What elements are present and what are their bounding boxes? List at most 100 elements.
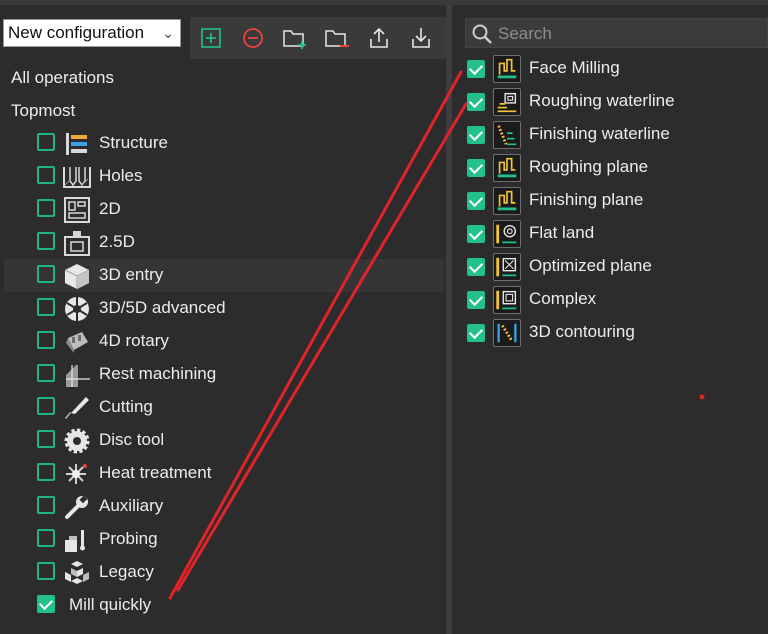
operation-optimized-plane[interactable]: Optimized plane bbox=[465, 252, 765, 285]
roughing-plane-icon bbox=[493, 154, 521, 182]
checkbox-checked[interactable] bbox=[467, 291, 485, 309]
tree-item-disc-tool[interactable]: Disc tool bbox=[4, 424, 444, 457]
tree-item-3d-5d-advanced[interactable]: 3D/5D advanced bbox=[4, 292, 444, 325]
tree-item-3d-entry[interactable]: 3D entry bbox=[4, 259, 444, 292]
tree-item-auxiliary[interactable]: Auxiliary bbox=[4, 490, 444, 523]
checkbox-checked[interactable] bbox=[467, 159, 485, 177]
tree-item-label: Probing bbox=[99, 529, 158, 548]
tree-root-all-operations[interactable]: All operations bbox=[11, 68, 114, 88]
import-button[interactable] bbox=[406, 23, 436, 53]
tree-item-cutting[interactable]: Cutting bbox=[4, 391, 444, 424]
complex-icon bbox=[493, 286, 521, 314]
operation-label: Face Milling bbox=[529, 58, 620, 77]
remove-button[interactable] bbox=[238, 23, 268, 53]
tree-item-4d-rotary[interactable]: 4D rotary bbox=[4, 325, 444, 358]
operation-face-milling[interactable]: Face Milling bbox=[465, 54, 765, 87]
search-icon bbox=[472, 24, 492, 44]
add-folder-button[interactable] bbox=[280, 23, 310, 53]
remove-folder-icon bbox=[325, 30, 349, 47]
tree-item-mill-quickly[interactable]: Mill quickly bbox=[4, 589, 444, 622]
checkbox-checked[interactable] bbox=[467, 324, 485, 342]
operation-label: 3D contouring bbox=[529, 322, 635, 341]
checkbox[interactable] bbox=[37, 364, 55, 382]
add-button[interactable] bbox=[196, 23, 226, 53]
checkbox[interactable] bbox=[37, 529, 55, 547]
checkbox-checked[interactable] bbox=[467, 126, 485, 144]
tree-item-label: Auxiliary bbox=[99, 496, 164, 515]
search-input[interactable] bbox=[496, 19, 760, 49]
checkbox-checked[interactable] bbox=[467, 258, 485, 276]
tree-item-heat-treatment[interactable]: Heat treatment bbox=[4, 457, 444, 490]
tree-item-rest-machining[interactable]: Rest machining bbox=[4, 358, 444, 391]
tree-item-label: 4D rotary bbox=[99, 331, 169, 350]
wrench-icon bbox=[65, 495, 88, 519]
chevron-down-icon: ⌄ bbox=[162, 25, 174, 41]
tree-item-label: 2.5D bbox=[99, 232, 135, 251]
tree-item-legacy[interactable]: Legacy bbox=[4, 556, 444, 589]
operation-label: Optimized plane bbox=[529, 256, 652, 275]
checkbox-checked[interactable] bbox=[467, 60, 485, 78]
add-icon bbox=[201, 28, 221, 48]
operation-complex[interactable]: Complex bbox=[465, 285, 765, 318]
finishing-plane-icon bbox=[493, 187, 521, 215]
checkbox[interactable] bbox=[37, 562, 55, 580]
tree-item-label: 3D entry bbox=[99, 265, 164, 284]
export-icon bbox=[370, 27, 388, 48]
checkbox[interactable] bbox=[37, 496, 55, 514]
checkbox[interactable] bbox=[37, 298, 55, 316]
checkbox[interactable] bbox=[37, 397, 55, 415]
tree-item-label: Mill quickly bbox=[69, 595, 152, 614]
checkbox-checked[interactable] bbox=[467, 225, 485, 243]
checkbox[interactable] bbox=[37, 463, 55, 481]
face-milling-icon bbox=[493, 55, 521, 83]
rotary-part-icon bbox=[66, 332, 88, 353]
operation-3d-contouring[interactable]: 3D contouring bbox=[465, 318, 765, 351]
operation-roughing-waterline[interactable]: Roughing waterline bbox=[465, 87, 765, 120]
export-button[interactable] bbox=[364, 23, 394, 53]
holes-icon bbox=[63, 167, 91, 188]
operation-label: Finishing plane bbox=[529, 190, 644, 209]
legacy-cubes-icon bbox=[65, 561, 89, 584]
tree-item-label: Structure bbox=[99, 133, 168, 152]
operation-roughing-plane[interactable]: Roughing plane bbox=[465, 153, 765, 186]
top-strip bbox=[0, 0, 768, 5]
tree-item-probing[interactable]: Probing bbox=[4, 523, 444, 556]
cutting-knife-icon bbox=[65, 397, 89, 419]
tree-root-topmost[interactable]: Topmost bbox=[11, 101, 75, 121]
checkbox[interactable] bbox=[37, 232, 55, 250]
remove-folder-button[interactable] bbox=[322, 23, 352, 53]
configuration-dropdown[interactable]: New configuration ⌄ bbox=[3, 19, 181, 47]
checkbox-checked[interactable] bbox=[467, 192, 485, 210]
probe-icon bbox=[65, 530, 85, 552]
checkbox[interactable] bbox=[37, 166, 55, 184]
tree-item-label: Heat treatment bbox=[99, 463, 212, 482]
tree-item-structure[interactable]: Structure bbox=[4, 127, 444, 160]
checkbox-checked[interactable] bbox=[37, 595, 55, 613]
operation-label: Complex bbox=[529, 289, 597, 308]
flat-land-icon bbox=[493, 220, 521, 248]
tree-item-label: 3D/5D advanced bbox=[99, 298, 226, 317]
tree-item-2d[interactable]: 2D bbox=[4, 193, 444, 226]
checkbox[interactable] bbox=[37, 199, 55, 217]
tree-item-label: Cutting bbox=[99, 397, 153, 416]
checkbox[interactable] bbox=[37, 133, 55, 151]
checkbox[interactable] bbox=[37, 331, 55, 349]
finishing-waterline-icon bbox=[493, 121, 521, 149]
roughing-waterline-icon bbox=[493, 88, 521, 116]
tree-item-2-5d[interactable]: 2.5D bbox=[4, 226, 444, 259]
search-box[interactable] bbox=[465, 18, 768, 49]
remove-icon bbox=[243, 28, 263, 48]
2-5d-icon bbox=[64, 231, 90, 256]
tree-item-label: Disc tool bbox=[99, 430, 165, 449]
operation-finishing-waterline[interactable]: Finishing waterline bbox=[465, 120, 765, 153]
checkbox[interactable] bbox=[37, 265, 55, 283]
import-icon bbox=[412, 28, 430, 48]
operation-flat-land[interactable]: Flat land bbox=[465, 219, 765, 252]
toolbar bbox=[190, 17, 446, 59]
checkbox-checked[interactable] bbox=[467, 93, 485, 111]
operation-finishing-plane[interactable]: Finishing plane bbox=[465, 186, 765, 219]
tree-item-label: Holes bbox=[99, 166, 143, 185]
checkbox[interactable] bbox=[37, 430, 55, 448]
tree-item-holes[interactable]: Holes bbox=[4, 160, 444, 193]
optimized-plane-icon bbox=[493, 253, 521, 281]
